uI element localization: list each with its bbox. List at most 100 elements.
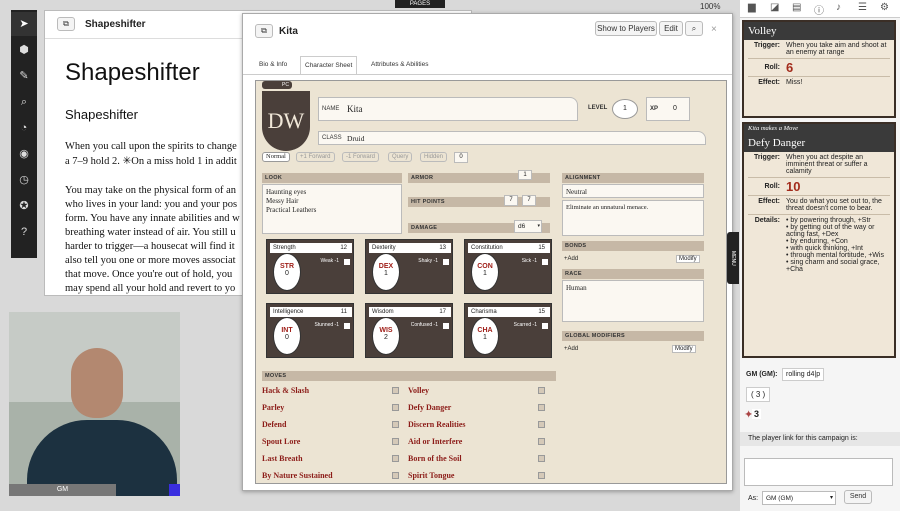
debility-checkbox[interactable] [443, 259, 449, 265]
list-icon[interactable]: ☰ [858, 2, 867, 13]
handout-heading: Shapeshifter [65, 59, 200, 86]
cursor-icon[interactable]: ➤ [11, 12, 37, 36]
search-icon[interactable]: ⌕ [11, 90, 37, 114]
roll-query-button[interactable]: Query [388, 152, 413, 162]
move-roll-button[interactable] [392, 438, 399, 445]
stat-roll-button[interactable]: STR 0 [273, 253, 301, 291]
tab-character-sheet[interactable]: Character Sheet [300, 56, 358, 74]
info-icon[interactable]: ⓘ [814, 2, 824, 17]
clock-icon[interactable]: ◷ [11, 168, 37, 192]
hp-max-input[interactable]: 7 [522, 195, 536, 206]
stat-roll-button[interactable]: WIS 2 [372, 317, 400, 355]
damage-select[interactable]: d6 ▾ [514, 220, 542, 233]
stat-name: Charisma [471, 309, 497, 315]
close-icon[interactable]: × [711, 24, 717, 35]
move-born-of-the-soil[interactable]: Born of the Soil [408, 454, 462, 463]
gear-icon[interactable]: ⚙ [880, 2, 889, 13]
popout-icon[interactable]: ⧉ [57, 17, 75, 31]
alignment-field[interactable]: Neutral [562, 184, 704, 198]
move-volley[interactable]: Volley [408, 386, 429, 395]
move-aid-interfere[interactable]: Aid or Interfere [408, 437, 462, 446]
alignment-goal-field[interactable]: Eliminate an unnatural menace. [562, 200, 704, 236]
move-spout-lore[interactable]: Spout Lore [262, 437, 300, 446]
level-input[interactable]: 1 [612, 99, 638, 119]
player-color-swatch[interactable] [169, 484, 180, 496]
name-field[interactable]: NAME Kita [318, 97, 578, 121]
moves-header: MOVES [262, 371, 556, 381]
move-roll-button[interactable] [538, 404, 545, 411]
help-icon[interactable]: ? [11, 220, 37, 244]
journal-icon[interactable]: ▤ [792, 2, 801, 13]
jukebox-icon[interactable]: ♪ [836, 2, 841, 13]
dice-icon[interactable]: ✪ [11, 194, 37, 218]
debility-checkbox[interactable] [344, 259, 350, 265]
look-field[interactable]: Haunting eyes Messy Hair Practical Leath… [262, 184, 402, 234]
show-to-players-button[interactable]: Show to Players [595, 21, 657, 36]
stat-roll-button[interactable]: INT 0 [273, 317, 301, 355]
class-field[interactable]: CLASS Druid [318, 131, 706, 145]
move-parley[interactable]: Parley [262, 403, 284, 412]
move-spirit-tongue[interactable]: Spirit Tongue [408, 471, 454, 480]
move-defend[interactable]: Defend [262, 420, 286, 429]
stat-abbr: CHA [477, 327, 493, 334]
stat-score[interactable]: 15 [538, 243, 545, 253]
move-last-breath[interactable]: Last Breath [262, 454, 303, 463]
chat-icon[interactable]: ▆ [748, 2, 756, 13]
stat-score[interactable]: 13 [439, 243, 446, 253]
roll-normal-button[interactable]: Normal [262, 152, 290, 162]
roll-hidden-button[interactable]: Hidden [420, 152, 448, 162]
pages-toggle[interactable]: PAGES [395, 0, 445, 8]
bonds-modify-button[interactable]: Modify [676, 255, 700, 263]
tab-bio[interactable]: Bio & Info [255, 56, 291, 74]
chat-input[interactable] [744, 458, 893, 486]
stat-score[interactable]: 12 [340, 243, 347, 253]
stat-score[interactable]: 11 [341, 307, 347, 317]
move-roll-button[interactable] [538, 438, 545, 445]
debility-checkbox[interactable] [542, 259, 548, 265]
race-field[interactable]: Human [562, 280, 704, 322]
stat-roll-button[interactable]: DEX 1 [372, 253, 400, 291]
tab-attributes[interactable]: Attributes & Abilities [367, 56, 432, 74]
speak-as-select[interactable]: GM (GM) ▾ [762, 491, 836, 505]
move-roll-button[interactable] [538, 387, 545, 394]
stat-score[interactable]: 17 [439, 307, 446, 317]
move-roll-button[interactable] [392, 472, 399, 479]
eye-icon[interactable]: ◉ [11, 142, 37, 166]
stat-score[interactable]: 15 [538, 307, 545, 317]
move-discern-realities[interactable]: Discern Realities [408, 420, 466, 429]
debility-checkbox[interactable] [344, 323, 350, 329]
global-modify-button[interactable]: Modify [672, 345, 696, 353]
search-icon[interactable]: ⌕ [685, 21, 703, 36]
cube-icon[interactable]: ⬢ [11, 38, 37, 62]
move-roll-button[interactable] [392, 455, 399, 462]
move-defy-danger[interactable]: Defy Danger [408, 403, 451, 412]
move-roll-button[interactable] [392, 404, 399, 411]
stat-roll-button[interactable]: CON 1 [471, 253, 499, 291]
edit-button[interactable]: Edit [659, 21, 683, 36]
ruler-icon[interactable]: ◔ [11, 116, 37, 140]
xp-field[interactable]: XP 0 [646, 97, 690, 121]
move-by-nature-sustained[interactable]: By Nature Sustained [262, 471, 333, 480]
move-roll-button[interactable] [538, 421, 545, 428]
hp-input[interactable]: 7 [504, 195, 518, 206]
stat-name: Dexterity [372, 245, 396, 251]
popout-icon[interactable]: ⧉ [255, 24, 273, 38]
move-roll-button[interactable] [538, 455, 545, 462]
bonds-add-button[interactable]: +Add [564, 256, 578, 262]
art-library-icon[interactable]: ◪ [770, 2, 779, 13]
debility-checkbox[interactable] [542, 323, 548, 329]
brush-icon[interactable]: ✎ [11, 64, 37, 88]
roll-plus-forward-button[interactable]: +1 Forward [296, 152, 335, 162]
roll-minus-forward-button[interactable]: -1 Forward [342, 152, 380, 162]
move-hack-slash[interactable]: Hack & Slash [262, 386, 309, 395]
armor-input[interactable]: 1 [518, 170, 532, 180]
stat-roll-button[interactable]: CHA 1 [471, 317, 499, 355]
menu-tab[interactable]: MENU [727, 232, 739, 284]
debility-checkbox[interactable] [443, 323, 449, 329]
move-roll-button[interactable] [392, 421, 399, 428]
move-roll-button[interactable] [538, 472, 545, 479]
roll-count-input[interactable]: 0 [454, 152, 468, 163]
send-button[interactable]: Send [844, 490, 872, 504]
move-roll-button[interactable] [392, 387, 399, 394]
global-add-button[interactable]: +Add [564, 346, 578, 352]
